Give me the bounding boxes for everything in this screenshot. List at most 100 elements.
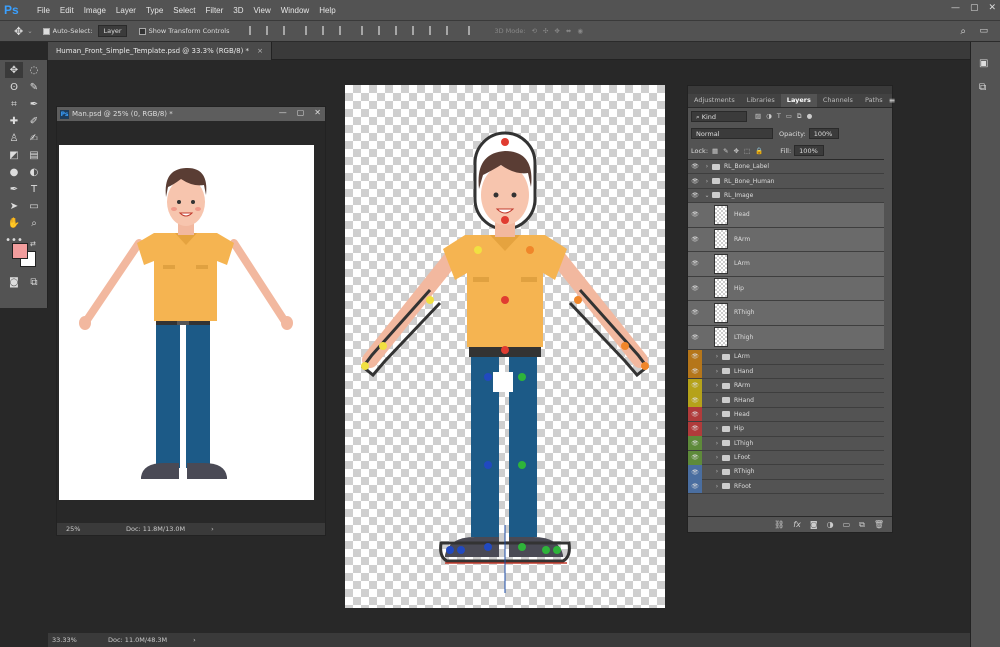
chevron-right-icon[interactable]: › xyxy=(712,440,722,447)
tab-adjustments[interactable]: Adjustments xyxy=(688,94,741,107)
layer-row[interactable]: 👁 › RThigh xyxy=(688,465,884,480)
filter-icons[interactable]: ▨◑T▭⧉● xyxy=(755,112,817,121)
chevron-right-icon[interactable]: › xyxy=(712,368,722,375)
panel-collapse-bar[interactable] xyxy=(688,86,892,94)
screen-mode-icon[interactable]: ⧉ xyxy=(25,274,43,290)
visibility-eye-icon[interactable]: 👁 xyxy=(688,349,702,364)
visibility-eye-icon[interactable]: 👁 xyxy=(688,479,702,494)
mask-icon[interactable]: ◙ xyxy=(810,520,818,529)
menu-layer[interactable]: Layer xyxy=(111,6,141,15)
distribute-right-icon[interactable] xyxy=(446,25,455,35)
layer-row[interactable]: 👁 ⌄ RL_Image xyxy=(688,188,884,204)
visibility-eye-icon[interactable]: 👁 xyxy=(688,281,702,295)
marquee-tool-icon[interactable]: ◌ xyxy=(25,62,43,78)
visibility-eye-icon[interactable]: 👁 xyxy=(688,393,702,408)
dodge-tool-icon[interactable]: ◐ xyxy=(25,164,43,180)
distribute-hcenter-icon[interactable] xyxy=(429,25,438,35)
menu-edit[interactable]: Edit xyxy=(55,6,79,15)
man-status-chevron-icon[interactable]: › xyxy=(211,525,214,533)
document-tab-close-icon[interactable]: × xyxy=(257,47,263,55)
chevron-right-icon[interactable]: › xyxy=(712,483,722,490)
distribute-left-icon[interactable] xyxy=(412,25,421,35)
status-chevron-icon[interactable]: › xyxy=(193,636,196,644)
lock-icons[interactable]: ▦✎✥⬚🔒 xyxy=(712,147,768,155)
chevron-down-icon[interactable]: ⌄ xyxy=(702,192,712,199)
crop-tool-icon[interactable]: ⌗ xyxy=(5,96,23,112)
menu-type[interactable]: Type xyxy=(141,6,168,15)
link-icon[interactable]: ⛓ xyxy=(774,520,784,529)
lasso-tool-icon[interactable]: ʘ xyxy=(5,79,23,95)
layer-row[interactable]: 👁 RArm xyxy=(688,227,884,253)
chevron-right-icon[interactable]: › xyxy=(712,425,722,432)
healing-tool-icon[interactable]: ✚ xyxy=(5,113,23,129)
transform-controls-checkbox[interactable] xyxy=(138,27,146,35)
new-layer-icon[interactable]: ⧉ xyxy=(859,520,865,530)
layer-row[interactable]: 👁 › RL_Bone_Human xyxy=(688,174,884,189)
brush-tool-icon[interactable]: ✐ xyxy=(25,113,43,129)
eraser-tool-icon[interactable]: ◩ xyxy=(5,147,23,163)
visibility-eye-icon[interactable]: 👁 xyxy=(688,364,702,379)
path-select-tool-icon[interactable]: ➤ xyxy=(5,198,23,214)
layer-row[interactable]: 👁 › LArm xyxy=(688,349,884,365)
tab-channels[interactable]: Channels xyxy=(817,94,859,107)
man-window-titlebar[interactable]: Ps Man.psd @ 25% (0, RGB/8) * — ▢ ✕ xyxy=(57,107,325,121)
layer-row[interactable]: 👁 RThigh xyxy=(688,301,884,326)
maximize-button[interactable]: ▢ xyxy=(970,3,979,13)
menu-window[interactable]: Window xyxy=(276,6,314,15)
chevron-right-icon[interactable]: › xyxy=(712,397,722,404)
tab-libraries[interactable]: Libraries xyxy=(741,94,781,107)
visibility-eye-icon[interactable]: 👁 xyxy=(688,450,702,465)
align-left-icon[interactable] xyxy=(304,25,314,35)
menu-select[interactable]: Select xyxy=(168,6,200,15)
visibility-eye-icon[interactable]: 👁 xyxy=(688,257,702,271)
man-close-button[interactable]: ✕ xyxy=(314,108,321,117)
man-zoom-level[interactable]: 25% xyxy=(66,525,120,533)
menu-view[interactable]: View xyxy=(249,6,276,15)
align-hcenter-icon[interactable] xyxy=(321,25,331,35)
auto-select-checkbox[interactable] xyxy=(42,27,50,35)
gradient-tool-icon[interactable]: ▤ xyxy=(25,147,43,163)
align-top-icon[interactable] xyxy=(248,25,258,35)
tab-layers[interactable]: Layers xyxy=(780,94,817,107)
chevron-right-icon[interactable]: › xyxy=(712,382,722,389)
menu-filter[interactable]: Filter xyxy=(201,6,229,15)
opacity-input[interactable]: 100% xyxy=(808,128,839,139)
blur-tool-icon[interactable]: ● xyxy=(5,164,23,180)
move-tool-icon[interactable]: ✥ xyxy=(14,25,23,38)
visibility-eye-icon[interactable]: 👁 xyxy=(688,330,702,344)
swap-colors-icon[interactable]: ⇄ xyxy=(30,240,36,248)
blend-mode-dropdown[interactable]: Normal xyxy=(691,128,773,139)
menu-help[interactable]: Help xyxy=(314,6,340,15)
visibility-eye-icon[interactable]: 👁 xyxy=(688,160,702,174)
quick-select-tool-icon[interactable]: ✎ xyxy=(25,79,43,95)
man-canvas[interactable] xyxy=(59,145,314,500)
layer-row[interactable]: 👁 › RArm xyxy=(688,378,884,394)
layer-row[interactable]: 👁 LArm xyxy=(688,252,884,277)
man-maximize-button[interactable]: ▢ xyxy=(297,108,305,117)
man-document-window[interactable]: Ps Man.psd @ 25% (0, RGB/8) * — ▢ ✕ 25% … xyxy=(56,106,326,536)
layer-row[interactable]: 👁 › RFoot xyxy=(688,479,884,495)
visibility-eye-icon[interactable]: 👁 xyxy=(688,188,702,202)
zoom-tool-icon[interactable]: ⌕ xyxy=(25,215,43,231)
workspace-icon[interactable]: ▭ xyxy=(979,26,988,36)
document-tab[interactable]: Human_Front_Simple_Template.psd @ 33.3% … xyxy=(48,42,272,60)
trash-icon[interactable]: 🗑 xyxy=(874,520,884,529)
align-right-icon[interactable] xyxy=(338,25,348,35)
quick-mask-icon[interactable]: ◙ xyxy=(5,274,23,290)
layer-row[interactable]: 👁 Hip xyxy=(688,276,884,302)
layer-row[interactable]: 👁 Head xyxy=(688,203,884,228)
layer-row[interactable]: 👁 › Head xyxy=(688,407,884,423)
adjustment-icon[interactable]: ◑ xyxy=(827,520,834,529)
layer-row[interactable]: 👁 LThigh xyxy=(688,325,884,351)
distribute-top-icon[interactable] xyxy=(360,25,370,35)
layer-row[interactable]: 👁 › Hip xyxy=(688,421,884,437)
tab-paths[interactable]: Paths xyxy=(859,94,889,107)
layer-row[interactable]: 👁 › LThigh xyxy=(688,436,884,451)
align-bottom-icon[interactable] xyxy=(282,25,292,35)
fx-icon[interactable]: fx xyxy=(793,520,801,529)
minimize-button[interactable]: — xyxy=(951,3,960,13)
layer-row[interactable]: 👁 › LFoot xyxy=(688,450,884,466)
visibility-eye-icon[interactable]: 👁 xyxy=(688,436,702,451)
filter-kind-dropdown[interactable]: ⌕ Kind xyxy=(691,111,747,122)
panel-menu-icon[interactable]: ≡ xyxy=(889,96,896,105)
